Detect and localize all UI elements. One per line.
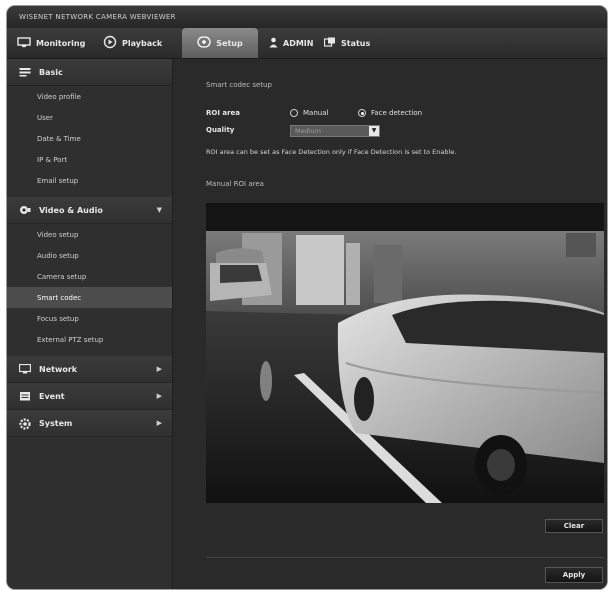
clear-button[interactable]: Clear [545, 519, 603, 533]
video-frame-image [206, 203, 604, 503]
tab-playback[interactable]: Playback [103, 28, 162, 58]
roi-face-detection-radio[interactable] [358, 109, 366, 117]
sidebar-item-external-ptz-setup[interactable]: External PTZ setup [7, 329, 172, 350]
sidebar-section-system[interactable]: System ▶ [7, 410, 172, 437]
sidebar-section-network-label: Network [39, 364, 78, 374]
sidebar-section-event[interactable]: Event ▶ [7, 383, 172, 410]
admin-label: ADMIN [283, 38, 314, 48]
basic-icon [19, 67, 31, 77]
roi-manual-label[interactable]: Manual [303, 109, 328, 117]
sidebar-item-email-setup[interactable]: Email setup [7, 170, 172, 191]
roi-note: ROI area can be set as Face Detection on… [206, 148, 457, 156]
sidebar-section-event-label: Event [39, 391, 65, 401]
section-title: Smart codec setup [206, 81, 272, 89]
sidebar-item-video-profile[interactable]: Video profile [7, 86, 172, 107]
sidebar-section-basic-label: Basic [39, 67, 63, 77]
chevron-right-icon: ▶ [156, 419, 162, 427]
tab-monitoring-label: Monitoring [36, 38, 86, 48]
tab-monitoring[interactable]: Monitoring [17, 28, 85, 58]
user-icon [269, 37, 278, 50]
network-icon [18, 363, 32, 374]
sidebar-item-focus-setup[interactable]: Focus setup [7, 308, 172, 329]
sidebar-item-smart-codec[interactable]: Smart codec [7, 287, 172, 308]
sidebar-item-date-time[interactable]: Date & Time [7, 128, 172, 149]
camera-icon [19, 205, 31, 215]
chevron-right-icon: ▶ [156, 365, 162, 373]
sidebar-section-basic[interactable]: Basic [7, 59, 172, 86]
setup-icon [197, 36, 211, 50]
window-title: WISENET NETWORK CAMERA WEBVIEWER [7, 6, 607, 28]
sidebar-item-video-setup[interactable]: Video setup [7, 224, 172, 245]
roi-manual-radio[interactable] [290, 109, 298, 117]
roi-face-detection-label[interactable]: Face detection [371, 109, 422, 117]
status-link[interactable]: Status [323, 28, 371, 58]
sidebar-item-audio-setup[interactable]: Audio setup [7, 245, 172, 266]
apply-button[interactable]: Apply [545, 567, 603, 583]
divider [206, 557, 604, 558]
chevron-right-icon: ▶ [156, 392, 162, 400]
event-icon [19, 391, 31, 401]
monitor-icon [17, 36, 31, 50]
video-preview[interactable] [206, 203, 604, 503]
sidebar-item-user[interactable]: User [7, 107, 172, 128]
playback-icon [103, 35, 117, 51]
sidebar-item-camera-setup[interactable]: Camera setup [7, 266, 172, 287]
roi-area-label: ROI area [206, 109, 241, 117]
chevron-down-icon: ▼ [369, 126, 379, 136]
top-nav: Monitoring Playback Setup ADMIN Status [7, 28, 607, 59]
quality-select[interactable]: Medium ▼ [290, 125, 380, 137]
sidebar-section-system-label: System [39, 418, 73, 428]
admin-user[interactable]: ADMIN [269, 28, 313, 58]
main-content: Smart codec setup ROI area Manual Face d… [173, 59, 607, 589]
manual-roi-title: Manual ROI area [206, 180, 264, 188]
gear-icon [19, 418, 31, 430]
status-icon [323, 37, 336, 49]
chevron-down-icon: ▼ [156, 206, 162, 214]
status-label: Status [341, 38, 371, 48]
sidebar-section-network[interactable]: Network ▶ [7, 356, 172, 383]
quality-select-value: Medium [295, 127, 321, 135]
sidebar-section-video-audio[interactable]: Video & Audio ▼ [7, 197, 172, 224]
app-window: WISENET NETWORK CAMERA WEBVIEWER Monitor… [7, 6, 607, 589]
sidebar-section-video-audio-label: Video & Audio [39, 205, 103, 215]
tab-setup-label: Setup [216, 38, 243, 48]
sidebar-item-ip-port[interactable]: IP & Port [7, 149, 172, 170]
tab-setup[interactable]: Setup [182, 28, 258, 58]
sidebar: Basic Video profile User Date & Time IP … [7, 59, 173, 589]
tab-playback-label: Playback [122, 38, 163, 48]
quality-label: Quality [206, 126, 235, 134]
